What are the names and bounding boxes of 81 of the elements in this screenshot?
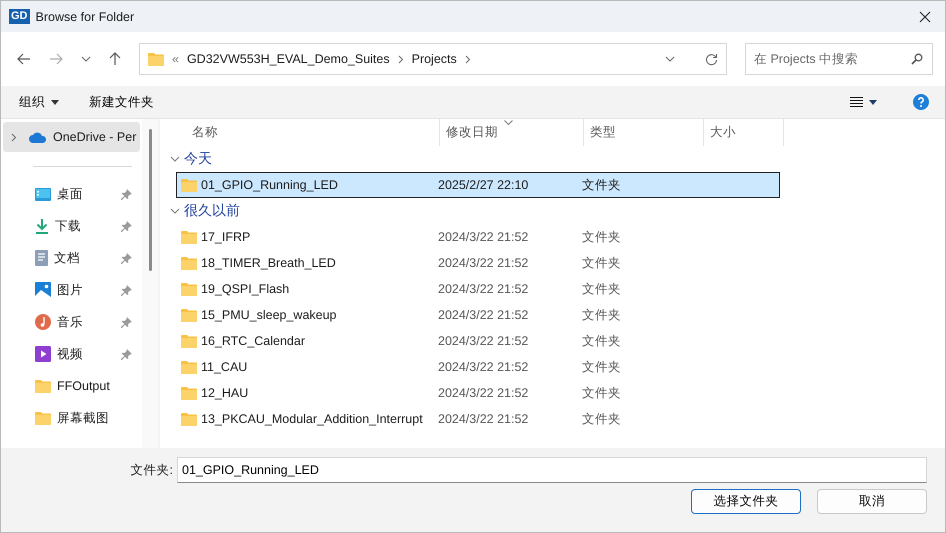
search-icon — [911, 53, 923, 65]
sidebar-item[interactable]: 图片 — [3, 274, 140, 306]
sort-chevron-icon — [504, 120, 513, 125]
list-view-icon — [850, 97, 863, 107]
folder-icon — [35, 379, 51, 393]
address-bar[interactable]: « GD32VW553H_EVAL_Demo_Suites Projects — [139, 43, 727, 75]
select-folder-button[interactable]: 选择文件夹 — [691, 489, 801, 514]
pin-icon[interactable] — [121, 188, 132, 200]
folder-row[interactable]: 18_TIMER_Breath_LED 2024/3/22 21:52 文件夹 — [176, 250, 780, 276]
column-header[interactable]: 大小 — [704, 119, 784, 146]
search-field[interactable]: 在 Projects 中搜索 — [745, 43, 933, 75]
cancel-button[interactable]: 取消 — [817, 489, 927, 514]
column-header[interactable]: 类型 — [584, 119, 704, 146]
folder-label: 文件夹: — [130, 462, 173, 478]
folder-icon — [181, 334, 197, 348]
folder-row[interactable]: 16_RTC_Calendar 2024/3/22 21:52 文件夹 — [176, 328, 780, 354]
pin-icon[interactable] — [121, 220, 132, 232]
new-folder-button[interactable]: 新建文件夹 — [83, 90, 160, 114]
sidebar-item[interactable]: 视频 — [3, 338, 140, 370]
folder-icon — [181, 412, 197, 426]
help-icon — [913, 94, 929, 110]
folder-row[interactable]: 17_IFRP 2024/3/22 21:52 文件夹 — [176, 224, 780, 250]
music-icon — [35, 314, 51, 330]
chevron-down-icon[interactable] — [665, 56, 675, 62]
folder-icon — [181, 360, 197, 374]
folder-icon — [181, 178, 197, 192]
video-icon — [35, 346, 51, 362]
organize-menu[interactable]: 组织 — [13, 90, 65, 114]
breadcrumb[interactable]: Projects — [412, 52, 457, 66]
chevron-right-icon — [464, 54, 471, 64]
caret-icon — [51, 100, 59, 104]
window-title: Browse for Folder — [36, 10, 136, 24]
forward-arrow-icon — [49, 53, 63, 65]
pin-icon[interactable] — [121, 348, 132, 360]
chevron-down-icon — [170, 154, 180, 164]
column-header[interactable]: 修改日期 — [440, 119, 584, 146]
folder-icon — [148, 52, 164, 66]
folder-icon — [181, 256, 197, 270]
folder-row[interactable]: 13_PKCAU_Modular_Addition_Interrupt 2024/3/22 21:52 文件夹 — [176, 406, 780, 432]
chevron-right-icon — [398, 54, 404, 64]
sidebar-item[interactable]: OneDrive - Per — [3, 122, 140, 152]
pin-icon[interactable] — [121, 284, 132, 296]
picture-icon — [35, 282, 51, 298]
folder-row[interactable]: 19_QSPI_Flash 2024/3/22 21:52 文件夹 — [176, 276, 780, 302]
sidebar-item[interactable]: 音乐 — [3, 306, 140, 338]
folder-icon — [35, 411, 51, 425]
breadcrumb[interactable]: GD32VW553H_EVAL_Demo_Suites — [186, 52, 390, 66]
folder-name-field[interactable]: 01_GPIO_Running_LED — [177, 457, 927, 483]
folder-row[interactable]: 11_CAU 2024/3/22 21:52 文件夹 — [176, 354, 780, 380]
sidebar-item[interactable]: 下载 — [3, 210, 140, 242]
chevron-down-icon — [170, 206, 180, 216]
caret-icon — [869, 100, 877, 104]
pin-icon[interactable] — [121, 252, 132, 264]
folder-row[interactable]: 15_PMU_sleep_wakeup 2024/3/22 21:52 文件夹 — [176, 302, 780, 328]
sidebar-item[interactable]: 屏幕截图 — [3, 402, 140, 434]
app-logo: GD — [9, 9, 30, 24]
chevron-down-icon — [81, 56, 91, 62]
column-header[interactable]: 名称 — [170, 119, 440, 146]
cloud-icon — [29, 132, 47, 142]
up-arrow-icon — [109, 52, 121, 66]
sidebar-item[interactable]: 桌面 — [3, 178, 140, 210]
chevron-right-icon[interactable] — [11, 132, 17, 142]
pin-icon[interactable] — [121, 316, 132, 328]
back-arrow-icon — [17, 53, 31, 65]
refresh-icon[interactable] — [705, 52, 718, 66]
folder-icon — [181, 282, 197, 296]
desktop-icon — [35, 188, 51, 200]
close-icon — [919, 10, 931, 22]
folder-row[interactable]: 12_HAU 2024/3/22 21:52 文件夹 — [176, 380, 780, 406]
group-header[interactable]: 很久以前 — [170, 198, 945, 224]
scrollbar-thumb[interactable] — [148, 129, 152, 271]
folder-row[interactable]: 01_GPIO_Running_LED 2025/2/27 22:10 文件夹 — [176, 172, 780, 198]
overflow-chevron[interactable]: « — [172, 52, 179, 66]
folder-icon — [181, 230, 197, 244]
sidebar-item[interactable]: FFOutput — [3, 370, 140, 402]
folder-icon — [181, 386, 197, 400]
sidebar-item[interactable]: 文档 — [3, 242, 140, 274]
folder-icon — [181, 308, 197, 322]
download-icon — [35, 218, 49, 234]
document-icon — [35, 250, 48, 266]
group-header[interactable]: 今天 — [170, 146, 945, 172]
